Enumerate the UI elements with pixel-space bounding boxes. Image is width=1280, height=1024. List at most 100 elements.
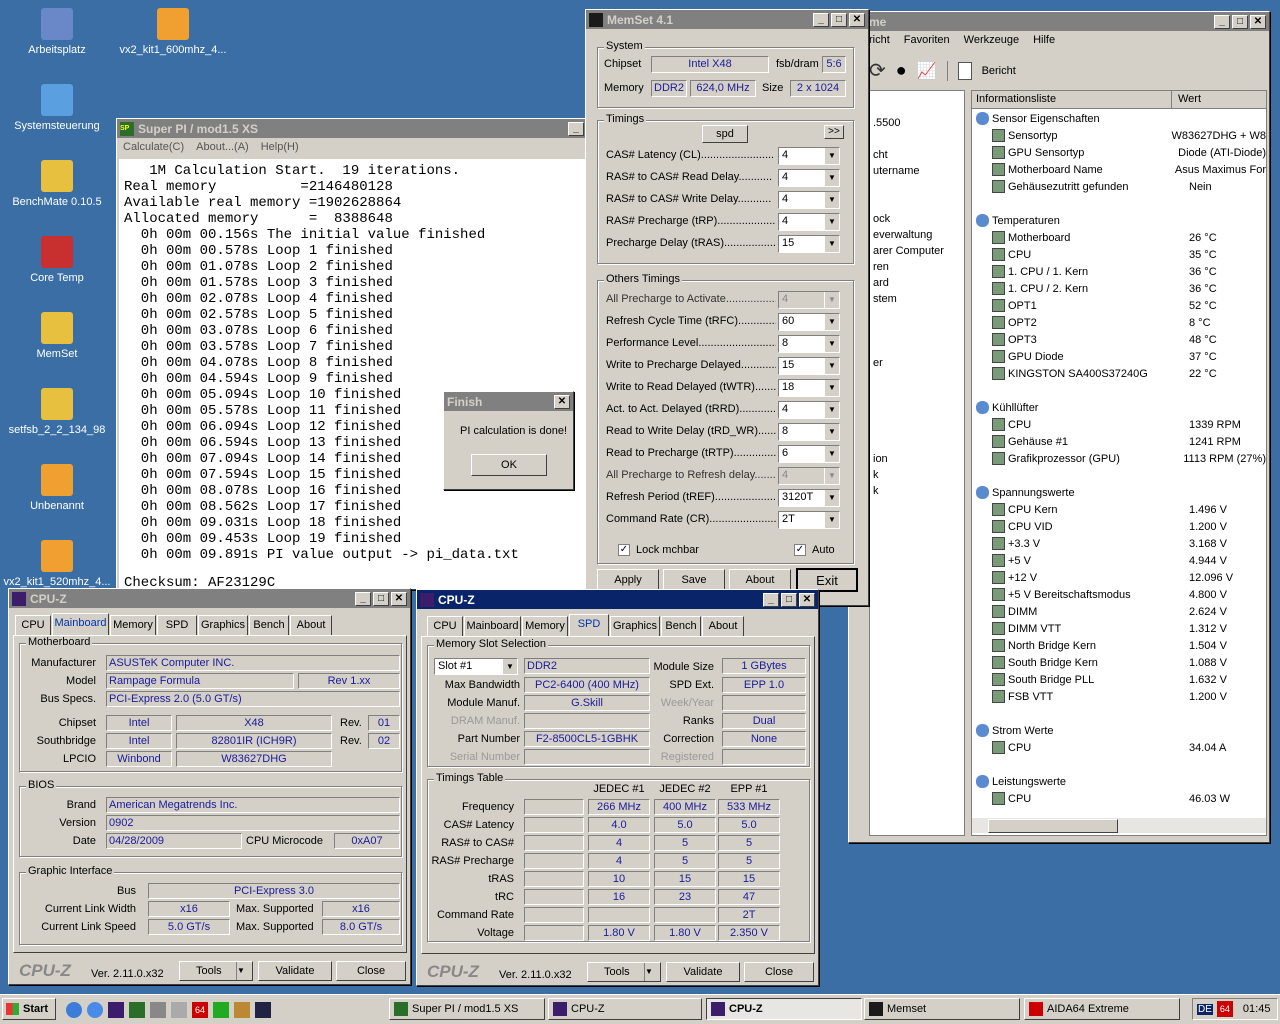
- list-item[interactable]: Grafikprozessor (GPU) 1113 RPM (27%): [976, 450, 1266, 467]
- tree-item[interactable]: k: [873, 467, 964, 483]
- aida64-icon[interactable]: 64: [192, 1002, 208, 1018]
- section-header[interactable]: Spannungswerte: [976, 484, 1266, 501]
- timing-select[interactable]: 4 ▼: [778, 169, 840, 187]
- timing-select[interactable]: 60 ▼: [778, 313, 840, 331]
- close-button[interactable]: ✕: [849, 12, 865, 27]
- timing-select[interactable]: 4 ▼: [778, 147, 840, 165]
- tree-item[interactable]: ren: [873, 259, 964, 275]
- section-header[interactable]: Sensor Eigenschaften: [976, 110, 1266, 127]
- language-indicator[interactable]: DE: [1197, 1003, 1213, 1015]
- list-item[interactable]: CPU Kern 1.496 V: [976, 501, 1266, 518]
- superpi-titlebar[interactable]: SP Super PI / mod1.5 XS _: [117, 119, 587, 138]
- cpuz-icon[interactable]: [108, 1002, 124, 1018]
- menu-item[interactable]: Werkzeuge: [964, 34, 1019, 52]
- menu-item[interactable]: richt: [869, 34, 890, 52]
- tab-cpu[interactable]: CPU: [427, 616, 463, 636]
- close-text-button[interactable]: Close: [744, 962, 814, 982]
- timing-select[interactable]: 4 ▼: [778, 213, 840, 231]
- tools-button[interactable]: Tools ▼: [587, 962, 661, 982]
- list-item[interactable]: GPU Diode 37 °C: [976, 348, 1266, 365]
- timing-select[interactable]: 4 ▼: [778, 191, 840, 209]
- more-button[interactable]: >>: [824, 125, 844, 139]
- maximize-button[interactable]: □: [781, 592, 797, 607]
- minimize-button[interactable]: _: [763, 592, 779, 607]
- close-text-button[interactable]: Close: [336, 961, 406, 981]
- validate-button[interactable]: Validate: [258, 961, 332, 981]
- maximize-button[interactable]: □: [373, 591, 389, 606]
- desktop-icon[interactable]: Arbeitsplatz: [2, 8, 112, 56]
- memory-icon[interactable]: [213, 1002, 229, 1018]
- tree-item[interactable]: arer Computer: [873, 243, 964, 259]
- desktop-icon[interactable]: vx2_kit1_520mhz_4...: [2, 540, 112, 588]
- auto-checkbox[interactable]: ✓: [794, 544, 806, 556]
- menu-item[interactable]: Calculate(C): [123, 141, 184, 153]
- aida64-tray-icon[interactable]: 64: [1216, 1001, 1233, 1017]
- minimize-button[interactable]: _: [355, 591, 371, 606]
- slot-select[interactable]: Slot #1 ▼: [434, 658, 518, 675]
- close-button[interactable]: ✕: [554, 394, 570, 409]
- timing-select[interactable]: 15 ▼: [778, 357, 840, 375]
- list-item[interactable]: OPT1 52 °C: [976, 297, 1266, 314]
- list-item[interactable]: OPT3 48 °C: [976, 331, 1266, 348]
- tree-item[interactable]: utername: [873, 163, 964, 179]
- tree-item[interactable]: cht: [873, 147, 964, 163]
- ie-icon[interactable]: [66, 1002, 82, 1018]
- gpu-icon[interactable]: [234, 1002, 250, 1018]
- timing-select[interactable]: 8 ▼: [778, 423, 840, 441]
- list-item[interactable]: CPU VID 1.200 V: [976, 518, 1266, 535]
- calc-icon[interactable]: [171, 1002, 187, 1018]
- timing-select[interactable]: 2T ▼: [778, 511, 840, 529]
- tree-item[interactable]: .5500: [873, 115, 964, 131]
- browser-icon[interactable]: [87, 1002, 103, 1018]
- taskbar-button[interactable]: CPU-Z: [706, 998, 862, 1020]
- timing-select[interactable]: 4 ▼: [778, 291, 840, 309]
- aida64-titlebar[interactable]: me _ □ ✕: [849, 12, 1269, 31]
- close-button[interactable]: ✕: [799, 592, 815, 607]
- timing-select[interactable]: 4 ▼: [778, 401, 840, 419]
- list-item[interactable]: Motherboard Name Asus Maximus For: [976, 161, 1266, 178]
- menu-item[interactable]: Favoriten: [904, 34, 950, 52]
- list-item[interactable]: CPU 35 °C: [976, 246, 1266, 263]
- minimize-button[interactable]: _: [813, 12, 829, 27]
- list-item[interactable]: DIMM VTT 1.312 V: [976, 620, 1266, 637]
- maximize-button[interactable]: □: [1232, 14, 1248, 29]
- list-item[interactable]: South Bridge PLL 1.632 V: [976, 671, 1266, 688]
- tab-memory[interactable]: Memory: [110, 615, 156, 635]
- desktop-icon[interactable]: Systemsteuerung: [2, 84, 112, 132]
- tab-cpu[interactable]: CPU: [15, 615, 51, 635]
- taskbar-button[interactable]: CPU-Z: [548, 998, 702, 1020]
- chart-icon[interactable]: 📈: [917, 61, 937, 81]
- list-item[interactable]: 1. CPU / 2. Kern 36 °C: [976, 280, 1266, 297]
- list-item[interactable]: +3.3 V 3.168 V: [976, 535, 1266, 552]
- list-item[interactable]: North Bridge Kern 1.504 V: [976, 637, 1266, 654]
- desktop-icon[interactable]: vx2_kit1_600mhz_4...: [118, 8, 228, 56]
- timing-select[interactable]: 15 ▼: [778, 235, 840, 253]
- timing-select[interactable]: 3120T ▼: [778, 489, 840, 507]
- clock[interactable]: 01:45: [1243, 1003, 1271, 1015]
- tree-item[interactable]: er: [873, 355, 964, 371]
- tab-spd[interactable]: SPD: [157, 615, 197, 635]
- taskbar-button[interactable]: Super PI / mod1.5 XS: [389, 998, 545, 1020]
- column-header-value[interactable]: Wert: [1172, 91, 1201, 108]
- list-item[interactable]: Motherboard 26 °C: [976, 229, 1266, 246]
- tab-memory[interactable]: Memory: [522, 616, 568, 636]
- tool-icon[interactable]: [150, 1002, 166, 1018]
- section-header[interactable]: Strom Werte: [976, 722, 1266, 739]
- tab-about[interactable]: About: [290, 615, 332, 635]
- list-item[interactable]: CPU 46.03 W: [976, 790, 1266, 807]
- spd-button[interactable]: spd: [702, 125, 748, 143]
- list-item[interactable]: 1. CPU / 1. Kern 36 °C: [976, 263, 1266, 280]
- maximize-button[interactable]: □: [831, 12, 847, 27]
- desktop-icon[interactable]: Unbenannt: [2, 464, 112, 512]
- timing-select[interactable]: 4 ▼: [778, 467, 840, 485]
- tree-item[interactable]: stem: [873, 291, 964, 307]
- menu-item[interactable]: About...(A): [196, 141, 249, 153]
- list-item[interactable]: FSB VTT 1.200 V: [976, 688, 1266, 705]
- start-button[interactable]: Start: [2, 998, 56, 1020]
- list-item[interactable]: +12 V 12.096 V: [976, 569, 1266, 586]
- superpi-icon[interactable]: [129, 1002, 145, 1018]
- save-button[interactable]: Save: [663, 569, 725, 591]
- user-icon[interactable]: ●: [896, 60, 907, 81]
- list-item[interactable]: GPU Sensortyp Diode (ATI-Diode): [976, 144, 1266, 161]
- tab-about[interactable]: About: [702, 616, 744, 636]
